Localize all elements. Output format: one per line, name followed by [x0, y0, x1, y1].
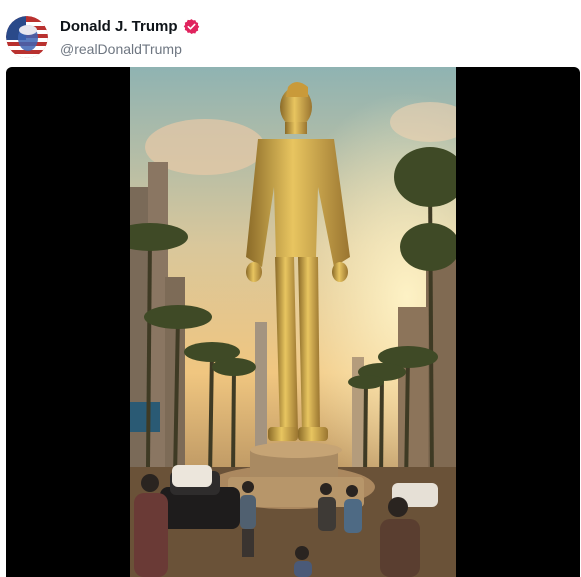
video-frame[interactable] [130, 67, 456, 577]
avatar[interactable] [6, 16, 48, 58]
display-name[interactable]: Donald J. Trump [60, 18, 178, 35]
video-player[interactable] [6, 67, 580, 577]
verified-badge-icon [183, 18, 200, 35]
post-header: Donald J. Trump @realDonaldTrump [0, 0, 581, 66]
golden-statue-video-frame-icon [130, 67, 456, 577]
avatar-flag-portrait-icon [6, 16, 48, 58]
name-row: Donald J. Trump [60, 18, 200, 35]
handle[interactable]: @realDonaldTrump [60, 41, 182, 57]
